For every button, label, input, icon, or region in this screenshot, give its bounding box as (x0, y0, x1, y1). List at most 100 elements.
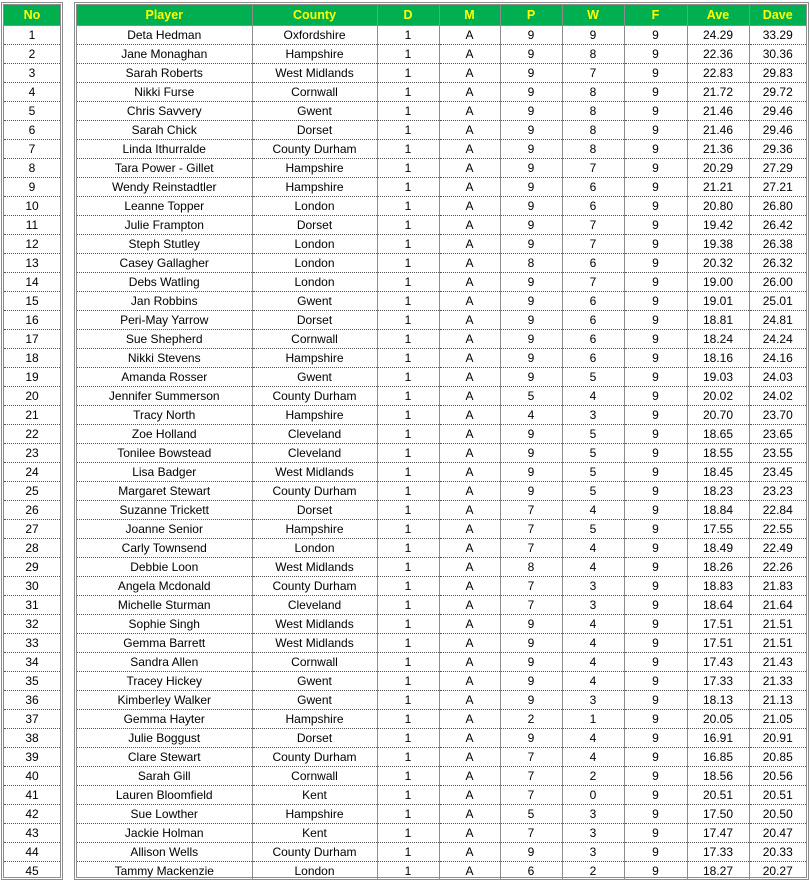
header-w: W (562, 5, 625, 26)
cell-dave: 27.21 (749, 177, 806, 197)
cell-ave: 18.23 (687, 481, 750, 501)
cell-d: 1 (377, 538, 440, 558)
cell-w: 4 (562, 671, 625, 691)
cell-f: 9 (624, 405, 688, 425)
rank-row: 38 (4, 728, 60, 748)
cell-county: Cornwall (252, 652, 378, 672)
cell-f: 9 (624, 481, 688, 501)
rank-row: 24 (4, 462, 60, 482)
cell-no: 44 (4, 842, 60, 862)
rank-row: 13 (4, 253, 60, 273)
cell-county: Dorset (252, 500, 378, 520)
cell-county: Gwent (252, 690, 378, 710)
cell-ave: 20.29 (687, 158, 750, 178)
cell-dave: 26.38 (749, 234, 806, 254)
cell-w: 6 (562, 196, 625, 216)
header-ave: Ave (687, 5, 750, 26)
cell-m: A (439, 158, 501, 178)
cell-m: A (439, 481, 501, 501)
cell-m: A (439, 861, 501, 880)
cell-county: Cleveland (252, 424, 378, 444)
cell-f: 9 (624, 424, 688, 444)
cell-w: 4 (562, 652, 625, 672)
table-row: Debbie Loon West Midlands 1 A 8 4 9 18.26 22.26 (77, 557, 806, 577)
cell-dave: 33.29 (749, 25, 806, 45)
cell-player: Nikki Furse (77, 82, 253, 102)
cell-d: 1 (377, 557, 440, 577)
cell-f: 9 (624, 25, 688, 45)
cell-dave: 23.55 (749, 443, 806, 463)
cell-f: 9 (624, 177, 688, 197)
cell-w: 2 (562, 766, 625, 786)
cell-no: 37 (4, 709, 60, 729)
cell-f: 9 (624, 101, 688, 121)
cell-dave: 21.83 (749, 576, 806, 596)
table-row: Debs Watling London 1 A 9 7 9 19.00 26.00 (77, 272, 806, 292)
table-row: Angela Mcdonald County Durham 1 A 7 3 9 18.83 21… (77, 576, 806, 596)
rank-header-row: No (4, 5, 60, 26)
cell-m: A (439, 82, 501, 102)
cell-f: 9 (624, 215, 688, 235)
header-player: Player (77, 5, 253, 26)
cell-f: 9 (624, 158, 688, 178)
cell-county: Cleveland (252, 595, 378, 615)
cell-p: 9 (500, 196, 563, 216)
rank-row: 22 (4, 424, 60, 444)
cell-m: A (439, 386, 501, 406)
rank-row: 39 (4, 747, 60, 767)
cell-no: 10 (4, 196, 60, 216)
cell-no: 16 (4, 310, 60, 330)
table-row: Clare Stewart County Durham 1 A 7 4 9 16.85 20.8… (77, 747, 806, 767)
cell-county: County Durham (252, 386, 378, 406)
cell-county: County Durham (252, 576, 378, 596)
cell-p: 9 (500, 177, 563, 197)
rank-row: 29 (4, 557, 60, 577)
cell-county: Cornwall (252, 766, 378, 786)
cell-m: A (439, 272, 501, 292)
cell-w: 8 (562, 139, 625, 159)
cell-w: 3 (562, 842, 625, 862)
cell-ave: 17.51 (687, 614, 750, 634)
rank-row: 3 (4, 63, 60, 83)
cell-m: A (439, 519, 501, 539)
cell-dave: 22.49 (749, 538, 806, 558)
cell-w: 4 (562, 557, 625, 577)
cell-ave: 21.21 (687, 177, 750, 197)
cell-no: 3 (4, 63, 60, 83)
player-table: Player County D M P W F Ave Dave Deta He… (74, 2, 809, 880)
cell-player: Carly Townsend (77, 538, 253, 558)
cell-m: A (439, 234, 501, 254)
table-row: Michelle Sturman Cleveland 1 A 7 3 9 18.64 21.64 (77, 595, 806, 615)
rank-row: 21 (4, 405, 60, 425)
cell-ave: 18.65 (687, 424, 750, 444)
cell-d: 1 (377, 158, 440, 178)
cell-f: 9 (624, 196, 688, 216)
cell-d: 1 (377, 861, 440, 880)
cell-no: 13 (4, 253, 60, 273)
cell-p: 7 (500, 747, 563, 767)
cell-f: 9 (624, 310, 688, 330)
cell-dave: 21.33 (749, 671, 806, 691)
cell-dave: 21.51 (749, 614, 806, 634)
cell-player: Sarah Chick (77, 120, 253, 140)
rank-row: 26 (4, 500, 60, 520)
cell-county: Hampshire (252, 177, 378, 197)
cell-ave: 19.38 (687, 234, 750, 254)
cell-m: A (439, 215, 501, 235)
cell-f: 9 (624, 234, 688, 254)
cell-w: 8 (562, 44, 625, 64)
rank-row: 27 (4, 519, 60, 539)
cell-county: West Midlands (252, 63, 378, 83)
cell-m: A (439, 576, 501, 596)
cell-m: A (439, 671, 501, 691)
cell-ave: 18.13 (687, 690, 750, 710)
cell-county: Hampshire (252, 405, 378, 425)
cell-d: 1 (377, 500, 440, 520)
cell-p: 9 (500, 462, 563, 482)
rank-row: 37 (4, 709, 60, 729)
table-row: Nikki Stevens Hampshire 1 A 9 6 9 18.16 24.16 (77, 348, 806, 368)
cell-no: 12 (4, 234, 60, 254)
cell-no: 34 (4, 652, 60, 672)
cell-ave: 18.83 (687, 576, 750, 596)
cell-m: A (439, 785, 501, 805)
